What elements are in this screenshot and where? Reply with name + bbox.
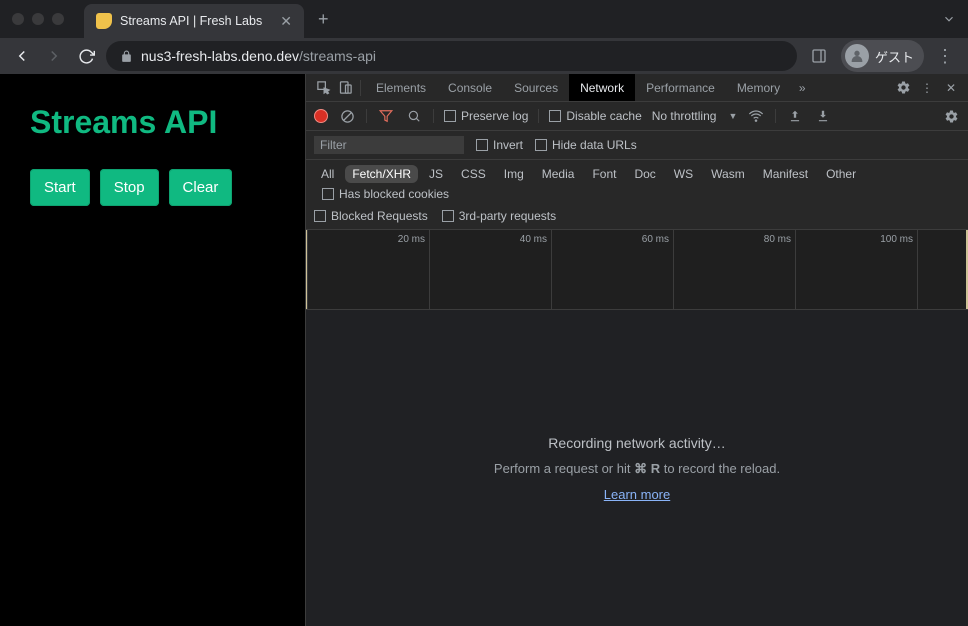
browser-tab[interactable]: Streams API | Fresh Labs ✕ — [84, 4, 304, 38]
disable-cache-checkbox[interactable]: Disable cache — [549, 109, 641, 123]
forward-button[interactable] — [42, 44, 66, 68]
tab-network[interactable]: Network — [569, 74, 635, 101]
address-bar[interactable]: nus3-fresh-labs.deno.dev/streams-api — [106, 41, 797, 71]
preserve-log-checkbox[interactable]: Preserve log — [444, 109, 528, 123]
back-button[interactable] — [10, 44, 34, 68]
network-conditions-button[interactable] — [747, 107, 765, 125]
type-ws[interactable]: WS — [667, 165, 700, 183]
close-window-button[interactable] — [12, 13, 24, 25]
type-img[interactable]: Img — [497, 165, 531, 183]
clear-network-button[interactable] — [338, 107, 356, 125]
resource-type-filter: All Fetch/XHR JS CSS Img Media Font Doc … — [306, 160, 968, 206]
devtools-close-button[interactable]: ✕ — [940, 77, 962, 99]
empty-title: Recording network activity… — [548, 435, 725, 451]
network-toolbar: Preserve log Disable cache No throttling… — [306, 102, 968, 131]
devtools-panel: Elements Console Sources Network Perform… — [305, 74, 968, 626]
panel-toggle-button[interactable] — [805, 42, 833, 70]
type-other[interactable]: Other — [819, 165, 863, 183]
start-button[interactable]: Start — [30, 169, 90, 206]
avatar-icon — [845, 44, 869, 68]
browser-toolbar: nus3-fresh-labs.deno.dev/streams-api ゲスト… — [0, 38, 968, 74]
browser-menu-button[interactable]: ⋮ — [932, 46, 958, 67]
type-fetch-xhr[interactable]: Fetch/XHR — [345, 165, 418, 183]
tab-overflow-button[interactable] — [942, 12, 956, 26]
url-display: nus3-fresh-labs.deno.dev/streams-api — [141, 48, 376, 64]
import-har-button[interactable] — [786, 107, 804, 125]
favicon-icon — [96, 13, 112, 29]
close-tab-button[interactable]: ✕ — [280, 13, 292, 30]
search-button[interactable] — [405, 107, 423, 125]
extra-filter-row: Blocked Requests 3rd-party requests — [306, 206, 968, 230]
empty-subtitle: Perform a request or hit ⌘ R to record t… — [494, 461, 780, 477]
blocked-requests-checkbox[interactable]: Blocked Requests — [314, 209, 428, 223]
tab-console[interactable]: Console — [437, 74, 503, 101]
filter-toggle-button[interactable] — [377, 107, 395, 125]
window-titlebar: Streams API | Fresh Labs ✕ + — [0, 0, 968, 38]
page-heading: Streams API — [30, 104, 275, 141]
tab-sources[interactable]: Sources — [503, 74, 569, 101]
type-all[interactable]: All — [314, 165, 341, 183]
filter-row: Invert Hide data URLs — [306, 131, 968, 160]
more-tabs-button[interactable]: » — [791, 77, 813, 99]
tab-performance[interactable]: Performance — [635, 74, 726, 101]
new-tab-button[interactable]: + — [318, 9, 329, 30]
network-timeline[interactable]: 20 ms 40 ms 60 ms 80 ms 100 ms — [306, 230, 968, 310]
type-doc[interactable]: Doc — [627, 165, 662, 183]
type-font[interactable]: Font — [585, 165, 623, 183]
devtools-tabs: Elements Console Sources Network Perform… — [306, 74, 968, 102]
invert-checkbox[interactable]: Invert — [476, 138, 523, 152]
type-manifest[interactable]: Manifest — [756, 165, 815, 183]
throttling-select[interactable]: No throttling▼ — [652, 109, 738, 123]
tab-elements[interactable]: Elements — [365, 74, 437, 101]
has-blocked-cookies-checkbox[interactable]: Has blocked cookies — [322, 187, 449, 201]
export-har-button[interactable] — [814, 107, 832, 125]
minimize-window-button[interactable] — [32, 13, 44, 25]
third-party-checkbox[interactable]: 3rd-party requests — [442, 209, 556, 223]
network-empty-state: Recording network activity… Perform a re… — [306, 310, 968, 626]
network-settings-button[interactable] — [942, 107, 960, 125]
hide-data-urls-checkbox[interactable]: Hide data URLs — [535, 138, 637, 152]
zoom-window-button[interactable] — [52, 13, 64, 25]
reload-button[interactable] — [74, 44, 98, 68]
device-toolbar-button[interactable] — [334, 77, 356, 99]
profile-button[interactable]: ゲスト — [841, 40, 924, 72]
record-button[interactable] — [314, 109, 328, 123]
devtools-menu-button[interactable]: ⋮ — [916, 77, 938, 99]
type-css[interactable]: CSS — [454, 165, 493, 183]
clear-button[interactable]: Clear — [169, 169, 233, 206]
tab-title: Streams API | Fresh Labs — [120, 14, 262, 28]
traffic-lights — [12, 13, 64, 25]
type-js[interactable]: JS — [422, 165, 450, 183]
type-media[interactable]: Media — [535, 165, 582, 183]
lock-icon — [120, 50, 133, 63]
filter-input[interactable] — [314, 136, 464, 154]
page-content: Streams API Start Stop Clear — [0, 74, 305, 626]
devtools-settings-button[interactable] — [892, 77, 914, 99]
stop-button[interactable]: Stop — [100, 169, 159, 206]
type-wasm[interactable]: Wasm — [704, 165, 752, 183]
profile-label: ゲスト — [875, 47, 914, 66]
inspect-element-button[interactable] — [312, 77, 334, 99]
learn-more-link[interactable]: Learn more — [604, 487, 670, 502]
tab-memory[interactable]: Memory — [726, 74, 791, 101]
